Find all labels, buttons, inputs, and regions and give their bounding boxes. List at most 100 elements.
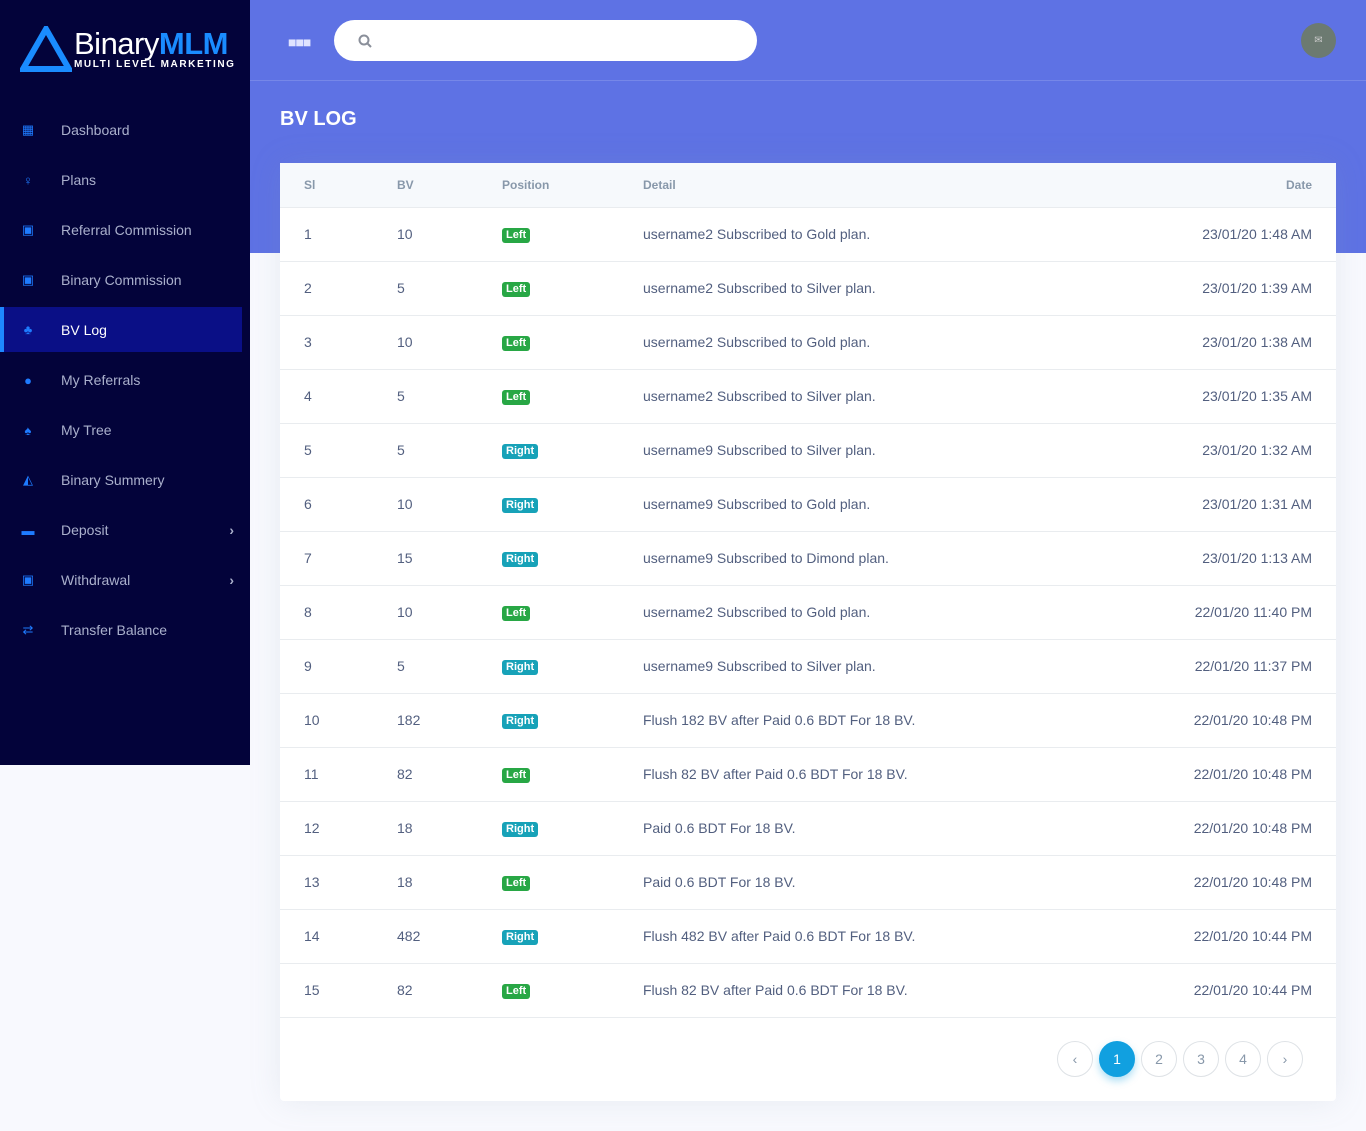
- users-icon: ●: [24, 372, 32, 388]
- cell-position: Right: [502, 693, 643, 748]
- search-input[interactable]: [382, 32, 742, 49]
- money-icon: ▣: [21, 222, 35, 237]
- sitemap-icon: ♣: [23, 322, 33, 337]
- cell-bv: 5: [397, 261, 502, 316]
- table-row: 2 5 Left username2 Subscribed to Silver …: [280, 261, 1336, 316]
- cell-date: 22/01/20 10:44 PM: [1098, 963, 1336, 1018]
- table-row: 11 82 Left Flush 82 BV after Paid 0.6 BD…: [280, 747, 1336, 802]
- cell-position: Left: [502, 963, 643, 1018]
- cell-detail: username2 Subscribed to Gold plan.: [643, 315, 1099, 370]
- money-icon: ▣: [21, 272, 35, 287]
- sidebar-item-my-referrals[interactable]: ● My Referrals: [0, 355, 250, 405]
- table-row: 10 182 Right Flush 182 BV after Paid 0.6…: [280, 693, 1336, 748]
- cell-date: 22/01/20 10:48 PM: [1098, 855, 1336, 910]
- cell-sl: 1: [280, 207, 397, 262]
- table-header-row: Sl BV Position Detail Date: [280, 163, 1336, 208]
- pagination-page-3[interactable]: 3: [1183, 1041, 1219, 1077]
- cell-date: 23/01/20 1:35 AM: [1098, 369, 1336, 424]
- position-badge: Right: [502, 552, 539, 567]
- lightbulb-icon: ♀: [23, 172, 33, 188]
- cell-date: 23/01/20 1:39 AM: [1098, 261, 1336, 316]
- cell-bv: 10: [397, 477, 502, 532]
- sidebar-item-referral-commission[interactable]: ▣ Referral Commission: [0, 205, 250, 255]
- search-icon: [358, 34, 372, 48]
- cell-position: Right: [502, 423, 643, 478]
- cell-sl: 9: [280, 639, 397, 694]
- brand-name-accent: MLM: [158, 25, 229, 61]
- cell-bv: 18: [397, 855, 502, 910]
- sidebar-item-dashboard[interactable]: ▦ Dashboard: [0, 105, 250, 155]
- cell-position: Left: [502, 369, 643, 424]
- cell-detail: Flush 182 BV after Paid 0.6 BDT For 18 B…: [643, 693, 1099, 748]
- cell-bv: 18: [397, 801, 502, 856]
- position-badge: Left: [502, 606, 531, 621]
- search-bar[interactable]: [334, 20, 757, 61]
- sidebar-item-label: My Referrals: [61, 372, 141, 388]
- money-icon: ▣: [21, 572, 35, 587]
- pagination-page-1[interactable]: 1: [1099, 1041, 1135, 1077]
- exchange-icon: ⇄: [22, 622, 34, 637]
- table-row: 3 10 Left username2 Subscribed to Gold p…: [280, 315, 1336, 370]
- cell-position: Left: [502, 585, 643, 640]
- position-badge: Right: [502, 444, 539, 459]
- cell-bv: 182: [397, 693, 502, 748]
- sidebar-item-withdrawal[interactable]: ▣ Withdrawal ›: [0, 555, 250, 605]
- cell-date: 22/01/20 10:48 PM: [1098, 801, 1336, 856]
- cell-detail: username2 Subscribed to Gold plan.: [643, 585, 1099, 640]
- cell-bv: 10: [397, 315, 502, 370]
- pagination-page-2[interactable]: 2: [1141, 1041, 1177, 1077]
- sidebar-item-label: Dashboard: [61, 122, 130, 138]
- sidebar-item-label: Transfer Balance: [61, 622, 168, 638]
- cell-detail: username9 Subscribed to Silver plan.: [643, 639, 1099, 694]
- menu-toggle-icon[interactable]: ■■■: [288, 34, 311, 50]
- area-chart-icon: ◭: [23, 472, 33, 487]
- pagination-page-4[interactable]: 4: [1225, 1041, 1261, 1077]
- top-header: ■■■ ✉: [250, 0, 1366, 81]
- sidebar-item-bv-log[interactable]: ♣ BV Log: [0, 307, 242, 352]
- table-row: 12 18 Right Paid 0.6 BDT For 18 BV. 22/0…: [280, 801, 1336, 856]
- cell-position: Right: [502, 909, 643, 964]
- cell-detail: Paid 0.6 BDT For 18 BV.: [643, 801, 1099, 856]
- sidebar-item-binary-summery[interactable]: ◭ Binary Summery: [0, 455, 250, 505]
- cell-position: Left: [502, 747, 643, 802]
- bv-log-card: Sl BV Position Detail Date 1 10 Left use…: [280, 163, 1336, 1101]
- cell-detail: username9 Subscribed to Silver plan.: [643, 423, 1099, 478]
- sidebar-item-plans[interactable]: ♀ Plans: [0, 155, 250, 205]
- logo[interactable]: BinaryMLM MULTI LEVEL MARKETING: [20, 26, 236, 72]
- sidebar-item-my-tree[interactable]: ♠ My Tree: [0, 405, 250, 455]
- cell-sl: 14: [280, 909, 397, 964]
- cell-sl: 4: [280, 369, 397, 424]
- table-row: 7 15 Right username9 Subscribed to Dimon…: [280, 531, 1336, 586]
- sidebar-item-deposit[interactable]: ▬ Deposit ›: [0, 505, 250, 555]
- sidebar-item-transfer-balance[interactable]: ⇄ Transfer Balance: [0, 605, 250, 655]
- cell-detail: username9 Subscribed to Gold plan.: [643, 477, 1099, 532]
- table-row: 13 18 Left Paid 0.6 BDT For 18 BV. 22/01…: [280, 855, 1336, 910]
- cell-sl: 5: [280, 423, 397, 478]
- chevron-right-icon: ›: [229, 522, 234, 538]
- column-header-bv: BV: [397, 163, 502, 208]
- chevron-right-icon: ›: [229, 572, 234, 588]
- table-row: 8 10 Left username2 Subscribed to Gold p…: [280, 585, 1336, 640]
- sidebar-item-binary-commission[interactable]: ▣ Binary Commission: [0, 255, 250, 305]
- cell-detail: Flush 482 BV after Paid 0.6 BDT For 18 B…: [643, 909, 1099, 964]
- cell-sl: 2: [280, 261, 397, 316]
- cell-bv: 82: [397, 963, 502, 1018]
- credit-card-icon: ▬: [21, 522, 35, 538]
- pagination-next-button[interactable]: ›: [1267, 1041, 1303, 1077]
- column-header-position: Position: [502, 163, 643, 208]
- position-badge: Left: [502, 336, 531, 351]
- cell-sl: 11: [280, 747, 397, 802]
- cell-sl: 12: [280, 801, 397, 856]
- sidebar-item-label: Binary Commission: [61, 272, 182, 288]
- table-row: 14 482 Right Flush 482 BV after Paid 0.6…: [280, 909, 1336, 964]
- pagination-prev-button[interactable]: ‹: [1057, 1041, 1093, 1077]
- column-header-sl: Sl: [280, 163, 397, 208]
- cell-detail: username9 Subscribed to Dimond plan.: [643, 531, 1099, 586]
- table-row: 6 10 Right username9 Subscribed to Gold …: [280, 477, 1336, 532]
- cell-bv: 10: [397, 585, 502, 640]
- cell-detail: username2 Subscribed to Gold plan.: [643, 207, 1099, 262]
- cell-date: 23/01/20 1:13 AM: [1098, 531, 1336, 586]
- table-row: 15 82 Left Flush 82 BV after Paid 0.6 BD…: [280, 963, 1336, 1018]
- avatar[interactable]: ✉: [1301, 23, 1336, 58]
- cell-bv: 10: [397, 207, 502, 262]
